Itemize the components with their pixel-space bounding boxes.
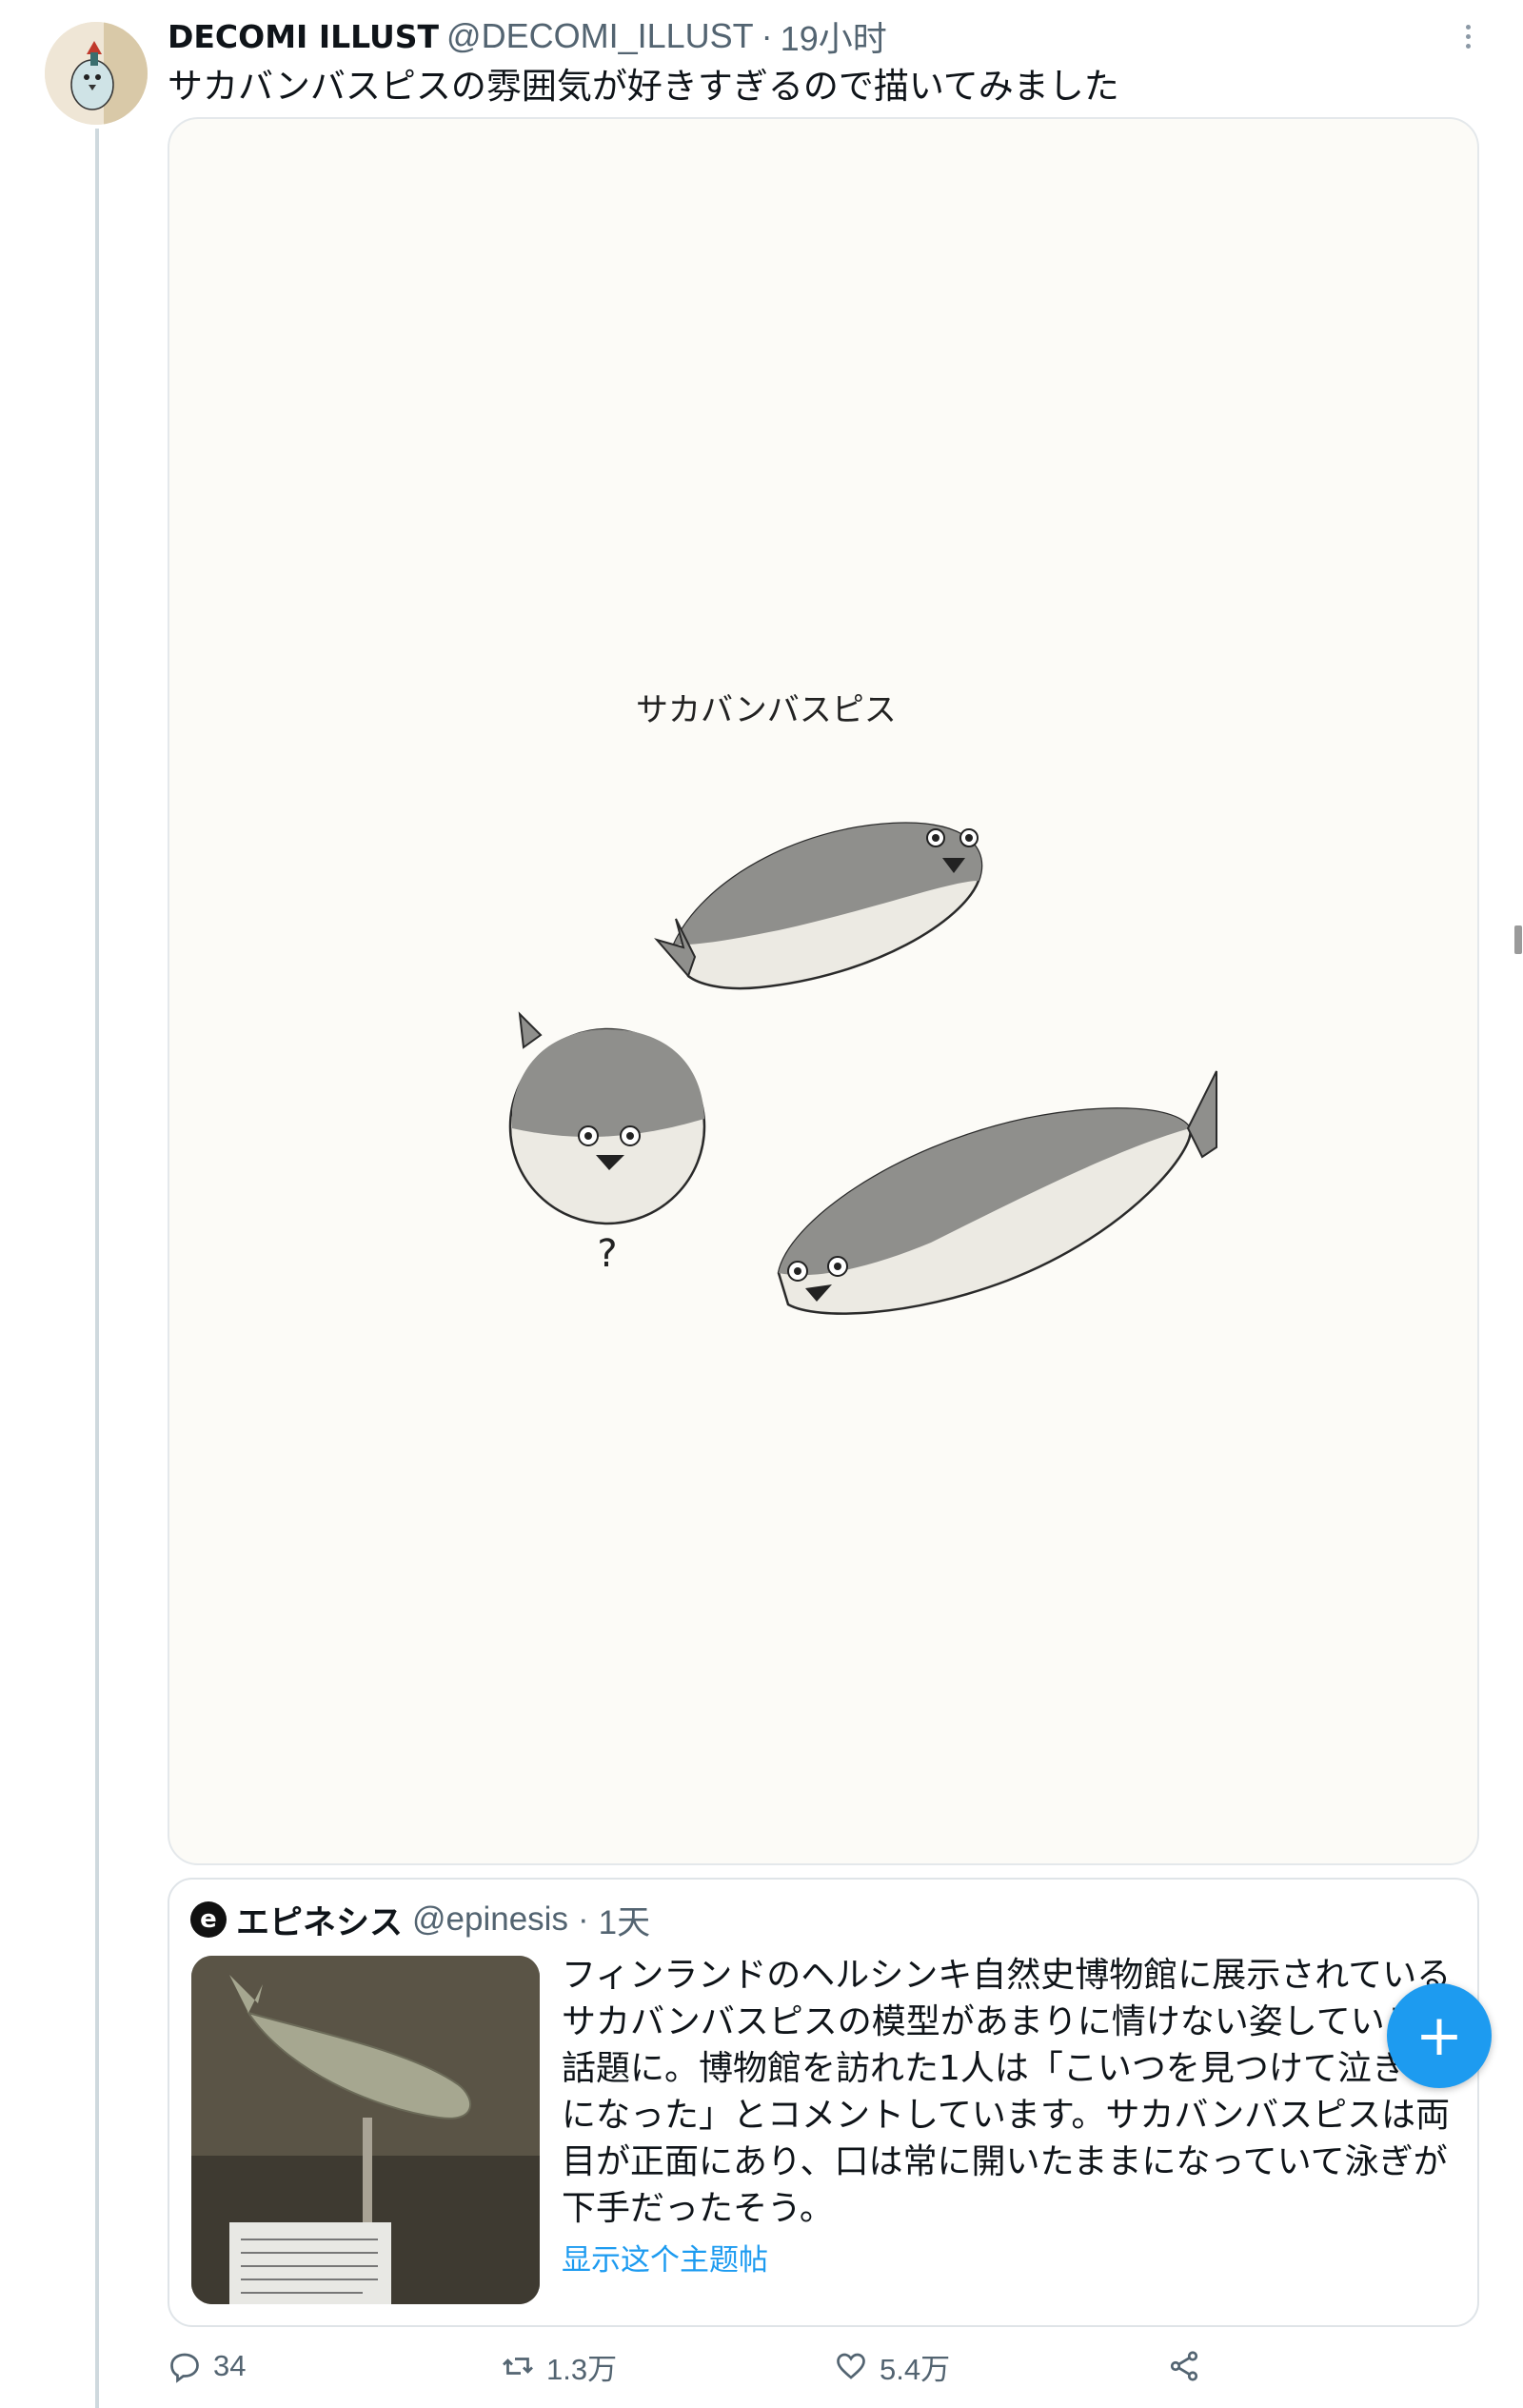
avatar[interactable] — [45, 22, 148, 125]
quote-time: 1天 — [598, 1903, 651, 1941]
sacabambaspis-illustration: サカバンバスピス ? — [508, 691, 1217, 1315]
fish-round: ? — [508, 1011, 706, 1276]
quote-header: e エピネシス @epinesis · 1天 — [190, 1899, 650, 1942]
reply-button[interactable]: 34 — [168, 2342, 246, 2390]
reply-icon — [170, 2353, 199, 2383]
compose-plus-icon[interactable]: + — [1387, 1983, 1492, 2088]
share-icon — [1170, 2351, 1198, 2381]
question-mark: ? — [597, 1232, 617, 1276]
quote-avatar[interactable]: e — [190, 1901, 227, 1938]
reply-count: 34 — [213, 2349, 247, 2382]
tweet-actions: 34 1.3万 5.4万 — [168, 2342, 1405, 2390]
fish-bottom — [777, 1070, 1217, 1315]
share-button[interactable] — [1167, 2342, 1213, 2390]
quote-thumbnail[interactable] — [191, 1956, 540, 2304]
thread-line — [95, 129, 99, 2408]
quote-author-name: エピネシス — [236, 1903, 404, 1942]
like-button[interactable]: 5.4万 — [834, 2342, 950, 2390]
illustration-caption: サカバンバスピス — [636, 691, 897, 729]
fish-model-photo — [191, 1956, 540, 2304]
more-icon[interactable] — [1449, 17, 1487, 55]
scrollbar-thumb[interactable] — [1514, 925, 1522, 954]
retweet-icon — [503, 2358, 533, 2375]
dot-separator: · — [761, 16, 773, 55]
tweet-header: DECOMI ILLUST @DECOMI_ILLUST · 19小时 — [168, 13, 887, 59]
show-thread-link[interactable]: 显示这个主题帖 — [562, 2236, 768, 2279]
author-name[interactable]: DECOMI ILLUST — [168, 18, 439, 55]
tweet-image[interactable]: サカバンバスピス ? — [168, 117, 1479, 1865]
fish-top — [654, 822, 983, 990]
like-icon — [837, 2353, 865, 2379]
quote-author-handle: @epinesis — [412, 1901, 568, 1938]
quote-dot-separator: · — [577, 1901, 589, 1938]
avatar-illustration — [45, 22, 148, 125]
tweet-text: サカバンバスピスの雰囲気が好きすぎるので描いてみました — [168, 66, 1119, 107]
quote-text: フィンランドのヘルシンキ自然史博物館に展示されているサカバンバスピスの模型があま… — [562, 1956, 1474, 2228]
author-handle[interactable]: @DECOMI_ILLUST — [446, 16, 754, 56]
quoted-tweet[interactable]: e エピネシス @epinesis · 1天 フィンランドのヘルシンキ自然史博物… — [168, 1878, 1479, 2327]
retweet-button[interactable]: 1.3万 — [501, 2342, 617, 2390]
retweet-count: 1.3万 — [546, 2352, 618, 2386]
tweet-time[interactable]: 19小时 — [781, 11, 887, 61]
like-count: 5.4万 — [880, 2352, 951, 2386]
